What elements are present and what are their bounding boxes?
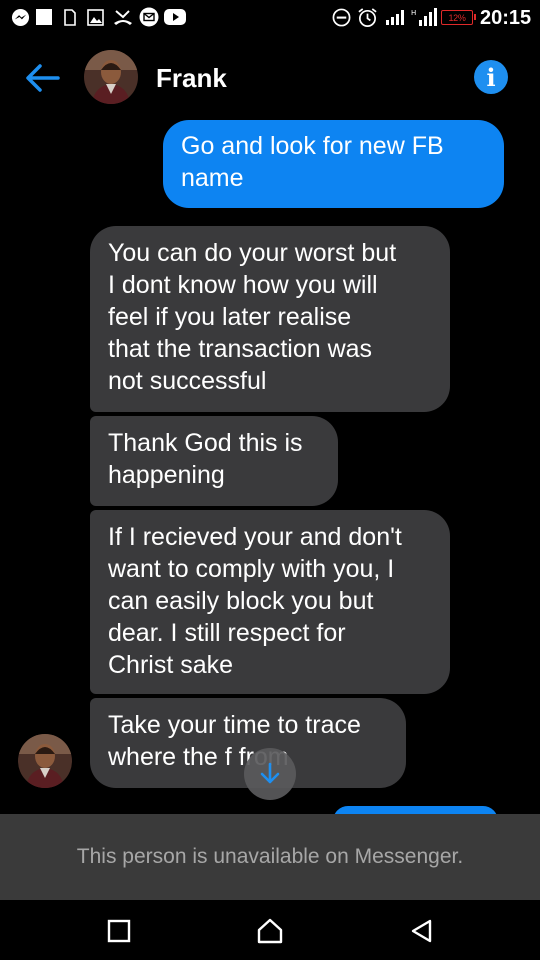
nav-back-button[interactable]: [404, 914, 438, 948]
messenger-icon: [10, 8, 30, 26]
clock: 20:15: [480, 7, 532, 29]
youtube-icon: [164, 8, 186, 26]
info-icon: i: [486, 62, 496, 92]
alarm-icon: [356, 7, 378, 27]
notification-square-icon: [35, 8, 53, 26]
arrow-down-icon: [260, 762, 280, 784]
dnd-icon: [331, 8, 351, 26]
sim-icon: [63, 8, 77, 26]
system-navigation-bar: [0, 900, 540, 960]
battery-indicator: 12%: [441, 10, 476, 25]
message-bubble-outgoing[interactable]: [333, 806, 498, 814]
arrow-left-icon: [26, 64, 60, 92]
recents-icon: [107, 919, 131, 943]
status-bar: H 12% 20:15: [0, 0, 540, 36]
message-thread[interactable]: Go and look for new FB name You can do y…: [0, 120, 540, 814]
gallery-icon: [86, 8, 104, 26]
back-icon: [411, 919, 432, 943]
unavailable-banner: This person is unavailable on Messenger.: [0, 814, 540, 900]
chat-header: Frank i: [0, 36, 540, 120]
message-bubble-outgoing[interactable]: Go and look for new FB name: [163, 120, 504, 208]
back-button[interactable]: [20, 60, 64, 96]
home-button[interactable]: [253, 914, 287, 948]
scroll-to-bottom-button[interactable]: [244, 748, 296, 800]
recents-button[interactable]: [102, 914, 136, 948]
missed-call-icon: [113, 8, 133, 26]
message-bubble-incoming[interactable]: You can do your worst but I dont know ho…: [90, 226, 450, 412]
message-bubble-incoming[interactable]: Thank God this is happening: [90, 416, 338, 506]
signal-icon: [384, 8, 408, 26]
info-button[interactable]: i: [474, 60, 508, 94]
sender-avatar[interactable]: [18, 734, 72, 788]
home-icon: [257, 918, 283, 944]
avatar[interactable]: [84, 50, 138, 104]
email-icon: [139, 7, 159, 27]
svg-text:H: H: [411, 9, 416, 17]
unavailable-text: This person is unavailable on Messenger.: [76, 845, 464, 868]
contact-name[interactable]: Frank: [156, 63, 227, 94]
message-bubble-incoming[interactable]: If I recieved your and don't want to com…: [90, 510, 450, 694]
signal-icon: H: [411, 8, 437, 26]
